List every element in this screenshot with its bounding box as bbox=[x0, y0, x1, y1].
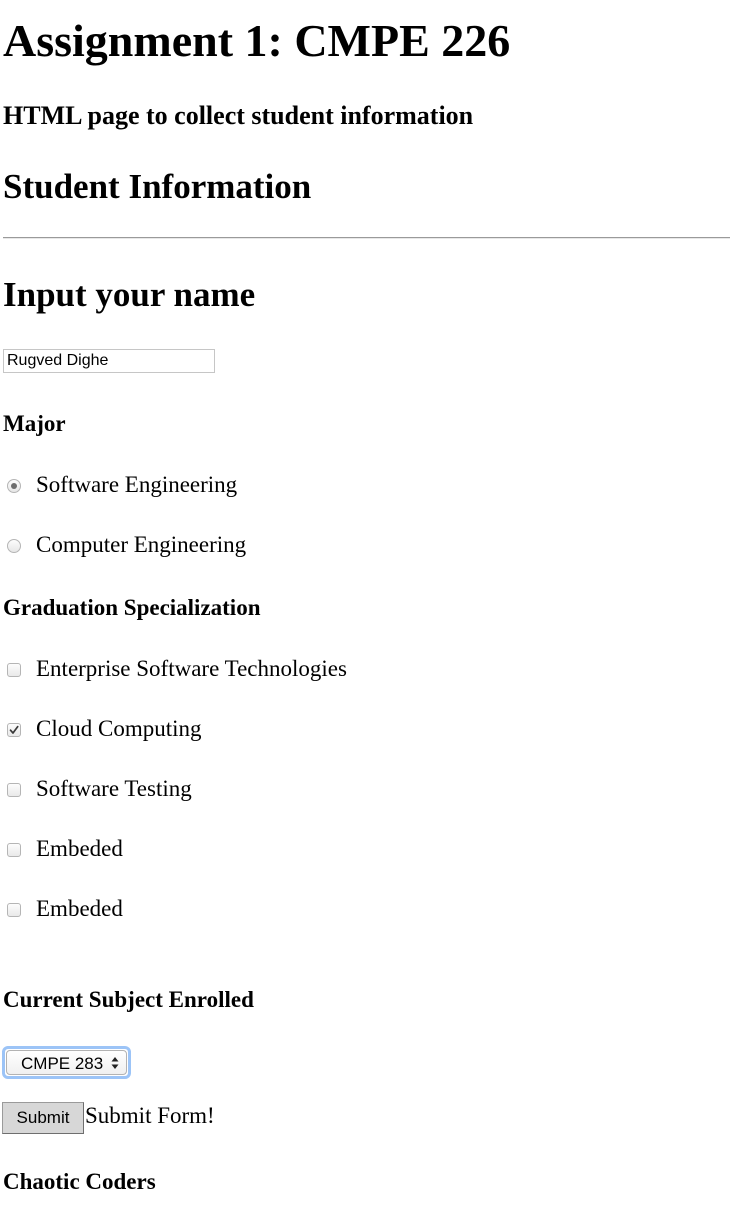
subject-select-value: CMPE 283 bbox=[21, 1054, 104, 1073]
submit-form-text: Submit Form! bbox=[85, 1103, 215, 1128]
checkbox-enterprise-software[interactable] bbox=[7, 663, 21, 677]
checkbox-software-testing[interactable] bbox=[7, 783, 21, 797]
checkbox-embeded-1[interactable] bbox=[7, 843, 21, 857]
select-arrows-icon bbox=[111, 1057, 119, 1069]
checkmark-icon bbox=[9, 725, 19, 734]
radio-label-computer-engineering: Computer Engineering bbox=[36, 532, 247, 557]
radio-label-software-engineering: Software Engineering bbox=[36, 472, 238, 497]
page-subtitle: HTML page to collect student information bbox=[3, 101, 474, 130]
submit-button[interactable]: Submit bbox=[2, 1102, 84, 1134]
horizontal-divider bbox=[3, 237, 730, 239]
radio-software-engineering[interactable] bbox=[7, 479, 21, 493]
name-input[interactable] bbox=[3, 349, 215, 373]
checkbox-embeded-2[interactable] bbox=[7, 903, 21, 917]
subject-label: Current Subject Enrolled bbox=[3, 987, 254, 1012]
team-name: Chaotic Coders bbox=[3, 1169, 156, 1194]
name-heading: Input your name bbox=[3, 275, 256, 314]
checkbox-label-embeded-1: Embeded bbox=[36, 836, 123, 861]
checkbox-label-enterprise-software: Enterprise Software Technologies bbox=[36, 656, 347, 681]
checkbox-label-software-testing: Software Testing bbox=[36, 776, 192, 801]
subject-select[interactable]: CMPE 283 bbox=[2, 1046, 131, 1079]
specialization-label: Graduation Specialization bbox=[3, 595, 261, 620]
page-title: Assignment 1: CMPE 226 bbox=[3, 15, 511, 66]
checkbox-label-embeded-2: Embeded bbox=[36, 896, 123, 921]
section-title: Student Information bbox=[3, 167, 312, 206]
checkbox-label-cloud-computing: Cloud Computing bbox=[36, 716, 202, 741]
checkbox-cloud-computing[interactable] bbox=[7, 723, 21, 737]
radio-computer-engineering[interactable] bbox=[7, 539, 21, 553]
major-label: Major bbox=[3, 411, 66, 436]
